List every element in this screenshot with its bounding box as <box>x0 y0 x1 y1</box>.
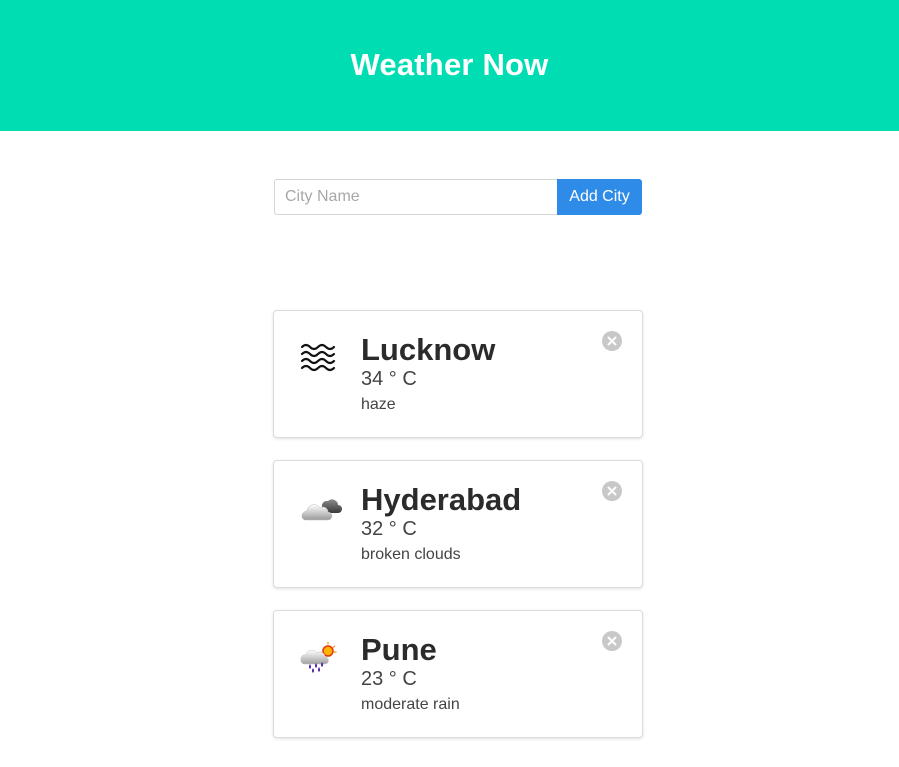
weather-description: broken clouds <box>361 546 461 563</box>
haze-icon <box>298 339 342 375</box>
weather-card-pune: Pune 23 ° C moderate rain <box>273 610 643 738</box>
temperature: 23 ° C <box>361 668 417 690</box>
city-name: Lucknow <box>361 332 496 367</box>
weather-card-hyderabad: Hyderabad 32 ° C broken clouds <box>273 460 643 588</box>
broken-clouds-icon <box>298 489 342 525</box>
remove-city-button[interactable] <box>602 631 622 651</box>
page-title: Weather Now <box>350 46 549 82</box>
city-name: Hyderabad <box>361 482 522 517</box>
add-city-form: Add City <box>274 179 642 215</box>
close-icon <box>607 486 617 496</box>
add-city-button[interactable]: Add City <box>557 179 642 215</box>
close-icon <box>607 336 617 346</box>
close-icon <box>607 636 617 646</box>
city-name-input[interactable] <box>274 179 557 215</box>
moderate-rain-icon <box>298 639 342 675</box>
temperature: 34 ° C <box>361 368 417 390</box>
temperature: 32 ° C <box>361 518 417 540</box>
remove-city-button[interactable] <box>602 481 622 501</box>
city-name: Pune <box>361 632 437 667</box>
weather-description: moderate rain <box>361 696 460 713</box>
app-header: Weather Now <box>0 0 899 131</box>
weather-description: haze <box>361 396 396 413</box>
remove-city-button[interactable] <box>602 331 622 351</box>
weather-card-lucknow: Lucknow 34 ° C haze <box>273 310 643 438</box>
